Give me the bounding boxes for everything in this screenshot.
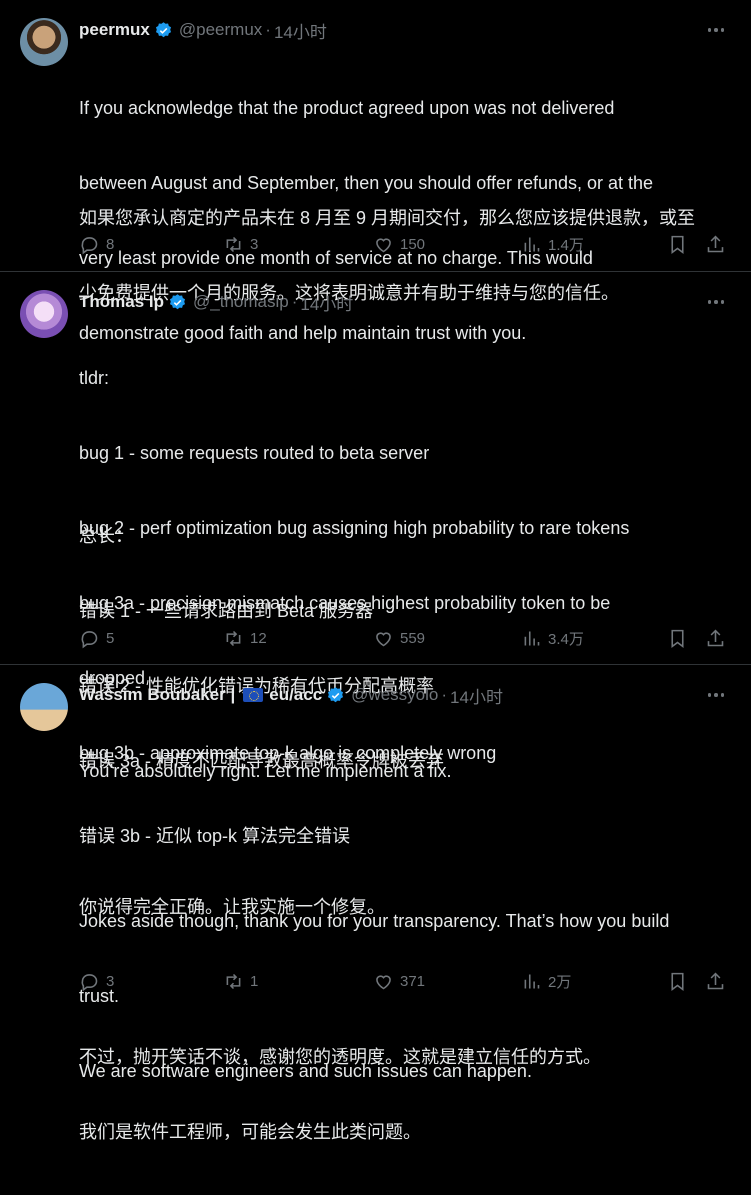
verified-badge-icon: [155, 21, 171, 37]
like-button[interactable]: 371: [373, 969, 425, 993]
like-icon: [376, 631, 391, 646]
tweet-text-line: If you acknowledge that the product agre…: [79, 98, 615, 118]
views-button[interactable]: 3.4万: [521, 626, 584, 650]
reply-button[interactable]: 3: [79, 969, 114, 993]
more-icon[interactable]: [705, 294, 727, 310]
reply-icon: [81, 236, 98, 254]
translation-line: 错误 1 - 一些请求路由到 Beta 服务器: [79, 601, 374, 621]
views-icon: [524, 631, 540, 645]
repost-button[interactable]: 3: [223, 232, 258, 256]
reply-button[interactable]: 5: [79, 626, 114, 650]
like-button[interactable]: 150: [373, 232, 425, 256]
repost-button[interactable]: 1: [223, 969, 258, 993]
like-count: 150: [400, 235, 426, 253]
views-icon: [524, 237, 540, 251]
timestamp[interactable]: 14小时: [274, 18, 327, 43]
reply-count: 8: [106, 235, 115, 253]
tweet-2[interactable]: Thomas Ip @_thomasip · 14小时 tldr: bug 1 …: [0, 272, 751, 846]
like-icon: [376, 974, 391, 989]
reply-icon: [81, 973, 98, 991]
author-name[interactable]: peermux: [79, 20, 150, 40]
tweet-header: Wassim Boubaker | eu/acc @wessyolo · 14小…: [79, 683, 691, 707]
tweet-text-line: You’re absolutely right. Let me implemen…: [79, 761, 452, 781]
views-button[interactable]: 1.4万: [521, 232, 584, 256]
author-name[interactable]: Thomas Ip: [79, 292, 164, 312]
repost-count: 12: [250, 629, 267, 647]
avatar[interactable]: [20, 683, 68, 731]
share-button[interactable]: [705, 626, 726, 650]
separator-dot: ·: [265, 20, 271, 39]
share-icon: [707, 629, 724, 646]
tweet-1[interactable]: peermux @peermux · 14小时 If you acknowled…: [0, 0, 751, 343]
reply-button[interactable]: 8: [79, 232, 114, 256]
tweet-header: peermux @peermux · 14小时: [79, 18, 691, 42]
tweet-header: Thomas Ip @_thomasip · 14小时: [79, 290, 691, 314]
bookmark-button[interactable]: [667, 232, 688, 256]
views-count: 3.4万: [548, 630, 584, 648]
bookmark-icon: [671, 629, 684, 648]
bookmark-button[interactable]: [667, 969, 688, 993]
reply-icon: [81, 630, 98, 648]
views-button[interactable]: 2万: [521, 969, 571, 993]
avatar[interactable]: [20, 290, 68, 338]
timestamp[interactable]: 14小时: [450, 683, 503, 708]
author-handle[interactable]: @wessyolo: [351, 685, 438, 705]
repost-icon: [226, 630, 241, 646]
repost-count: 3: [250, 235, 259, 253]
share-button[interactable]: [705, 969, 726, 993]
translation-line: 你说得完全正确。让我实施一个修复。: [79, 897, 385, 917]
views-count: 2万: [548, 973, 572, 991]
views-icon: [524, 974, 540, 988]
tweet-actions: 8 3 150 1.4万: [79, 232, 727, 256]
reply-count: 5: [106, 629, 115, 647]
separator-dot: ·: [291, 292, 298, 311]
views-count: 1.4万: [548, 236, 584, 254]
more-icon[interactable]: [705, 22, 727, 38]
like-button[interactable]: 559: [373, 626, 425, 650]
repost-button[interactable]: 12: [223, 626, 267, 650]
separator-dot: ·: [441, 685, 448, 704]
tweet-3[interactable]: Wassim Boubaker | eu/acc @wessyolo · 14小…: [0, 665, 751, 1142]
repost-count: 1: [250, 972, 259, 990]
bookmark-icon: [671, 235, 684, 254]
eu-flag-icon: [243, 688, 264, 702]
verified-badge-icon: [169, 293, 186, 309]
translation-line: 总长：: [79, 526, 133, 546]
translation-line: 我们是软件工程师，可能会发生此类问题。: [79, 1122, 421, 1142]
more-icon[interactable]: [705, 687, 727, 703]
avatar[interactable]: [20, 18, 68, 66]
author-name-suffix[interactable]: eu/acc: [269, 685, 322, 705]
tweet-text-line: bug 1 - some requests routed to beta ser…: [79, 443, 430, 463]
tweet-text-line: tldr:: [79, 368, 110, 388]
author-handle[interactable]: @_thomasip: [193, 292, 289, 312]
bookmark-icon: [671, 972, 684, 991]
translation-line: 如果您承认商定的产品未在 8 月至 9 月期间交付，那么您应该提供退款，或至: [79, 208, 696, 228]
like-count: 371: [400, 972, 426, 990]
tweet-translation: 你说得完全正确。让我实施一个修复。 不过，抛开笑话不谈，感谢您的透明度。这就是建…: [79, 845, 727, 1195]
bookmark-button[interactable]: [667, 626, 688, 650]
share-icon: [707, 972, 724, 989]
author-handle[interactable]: @peermux: [179, 20, 262, 40]
reply-count: 3: [106, 972, 115, 990]
like-icon: [376, 237, 391, 252]
tweet-actions: 3 1 371 2万: [79, 969, 727, 993]
tweet-actions: 5 12 559 3.4万: [79, 626, 727, 650]
translation-line: 不过，抛开笑话不谈，感谢您的透明度。这就是建立信任的方式。: [79, 1047, 601, 1067]
like-count: 559: [400, 629, 426, 647]
verified-badge-icon: [328, 686, 344, 702]
timestamp[interactable]: 14小时: [300, 290, 353, 315]
repost-icon: [226, 973, 241, 989]
author-name[interactable]: Wassim Boubaker |: [79, 685, 235, 705]
share-button[interactable]: [705, 232, 726, 256]
repost-icon: [226, 236, 241, 252]
share-icon: [707, 235, 724, 252]
